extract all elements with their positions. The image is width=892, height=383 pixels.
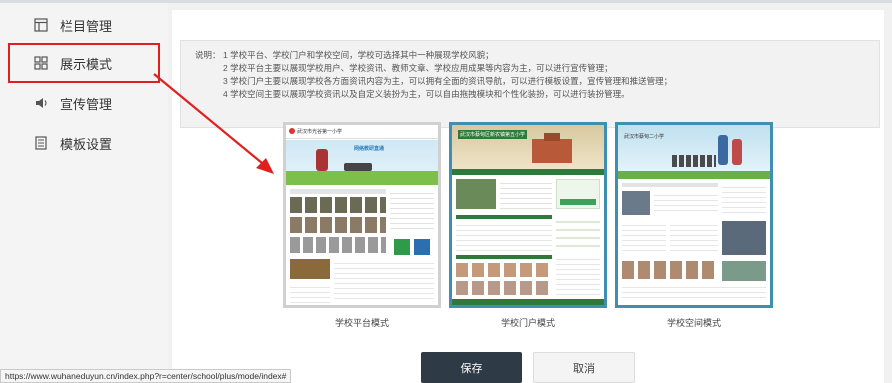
description-line: 4 学校空间主要以展现学校资讯以及自定义装扮为主，可以自由拖拽模块和个性化装扮，… xyxy=(223,89,630,99)
mode-card-space[interactable]: 武汉市蔡甸二小学 学校空间模式 xyxy=(615,122,773,329)
thumb-banner-text: 网络教研直通 xyxy=(354,146,385,152)
speaker-icon xyxy=(34,96,48,110)
annotation-arrow-icon xyxy=(153,73,274,174)
grid-column-icon xyxy=(34,18,48,32)
sidebar-item-label: 展示模式 xyxy=(60,56,113,72)
sidebar-item-label: 宣传管理 xyxy=(60,96,113,112)
space-mode-thumbnail[interactable]: 武汉市蔡甸二小学 xyxy=(615,122,773,308)
sidebar-item-column-management[interactable]: 栏目管理 xyxy=(0,5,168,45)
app-root: 栏目管理 展示模式 宣传管理 模板设置 说明： 1 学校平台、学校门户和学校空间… xyxy=(0,0,892,383)
description-line: 2 学校平台主要以展现学校用户、学校资讯、教师文章、学校应用成果等内容为主，可以… xyxy=(223,63,613,73)
sidebar-item-label: 栏目管理 xyxy=(60,18,113,34)
four-squares-icon xyxy=(34,56,48,70)
portal-mode-thumbnail[interactable]: 武汉市蔡甸区新农镇第五小学 xyxy=(449,122,607,308)
thumb-site-title: 武汉市蔡甸区新农镇第五小学 xyxy=(458,130,528,139)
status-bar-url: https://www.wuhaneduyun.cn/index.php?r=c… xyxy=(0,369,292,383)
mode-caption: 学校门户模式 xyxy=(500,318,555,328)
mode-caption: 学校平台模式 xyxy=(334,318,389,328)
sidebar-item-promotion[interactable]: 宣传管理 xyxy=(0,83,168,123)
sidebar: 栏目管理 展示模式 宣传管理 模板设置 xyxy=(0,3,168,383)
sidebar-item-label: 模板设置 xyxy=(60,136,113,152)
description-line: 1 学校平台、学校门户和学校空间，学校可选择其中一种展现学校风貌； xyxy=(223,50,494,60)
thumb-site-title: 武汉市蔡甸二小学 xyxy=(624,134,665,140)
sidebar-item-display-mode[interactable]: 展示模式 xyxy=(8,43,160,83)
mode-card-platform[interactable]: 武汉市光谷第一小学 网络教研直通 学校平台模式 xyxy=(283,122,441,329)
description-box: 说明： 1 学校平台、学校门户和学校空间，学校可选择其中一种展现学校风貌； 2 … xyxy=(180,40,880,128)
mode-caption: 学校空间模式 xyxy=(666,318,721,328)
cancel-button[interactable]: 取消 xyxy=(533,352,635,383)
platform-mode-thumbnail[interactable]: 武汉市光谷第一小学 网络教研直通 xyxy=(283,122,441,308)
document-list-icon xyxy=(34,136,48,150)
sidebar-item-template[interactable]: 模板设置 xyxy=(0,123,168,163)
mode-card-portal[interactable]: 武汉市蔡甸区新农镇第五小学 学校门户模式 xyxy=(449,122,607,329)
description-label: 说明： xyxy=(195,50,221,60)
description-line: 3 学校门户主要以展现学校各方面资讯内容为主，可以拥有全面的资讯导航，可以进行模… xyxy=(223,76,673,86)
save-button[interactable]: 保存 xyxy=(421,352,522,383)
thumb-site-title: 武汉市光谷第一小学 xyxy=(297,129,343,135)
